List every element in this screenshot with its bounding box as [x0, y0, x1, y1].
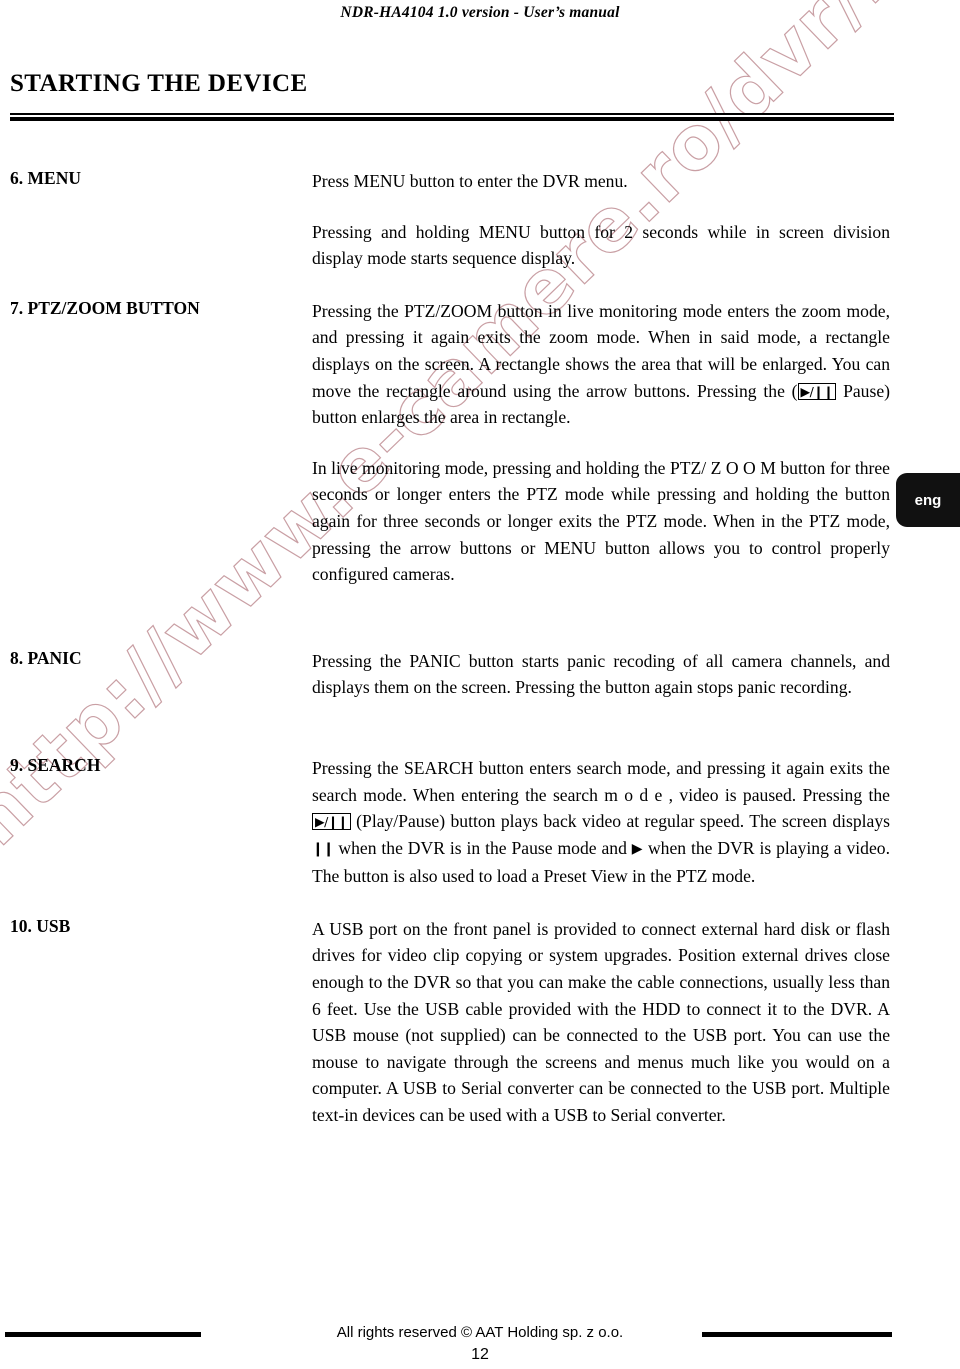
page-running-head: NDR-HA4104 1.0 version - User’s manual	[0, 4, 960, 22]
entry-spacer	[0, 701, 960, 755]
entry-body-panic: Pressing the PANIC button starts panic r…	[312, 648, 890, 701]
entry-body-search: Pressing the SEARCH button enters search…	[312, 755, 890, 890]
entry-label-search: 9. SEARCH	[10, 754, 101, 775]
manual-entry-menu: 6. MENU Press MENU button to enter the D…	[0, 168, 960, 272]
manual-entry-ptz-zoom: 7. PTZ/ZOOM BUTTON Pressing the PTZ/ZOOM…	[0, 298, 960, 588]
entry-spacer	[0, 272, 960, 298]
entry-label-ptz-zoom: 7. PTZ/ZOOM BUTTON	[10, 297, 200, 318]
divider-line-thick	[10, 117, 894, 121]
entry-label-usb: 10. USB	[10, 915, 71, 936]
manual-entry-list: 6. MENU Press MENU button to enter the D…	[0, 168, 960, 1129]
manual-entry-usb: 10. USB A USB port on the front panel is…	[0, 916, 960, 1129]
footer-copyright: All rights reserved © AAT Holding sp. z …	[336, 1324, 624, 1341]
paragraph-text-part: when the DVR is in the Pause mode and	[333, 837, 632, 858]
entry-paragraph: A USB port on the front panel is provide…	[312, 918, 890, 1126]
footer-page-number: 12	[471, 1346, 489, 1363]
paragraph-text-part: Pressing the SEARCH button enters search…	[312, 757, 890, 805]
play-pause-button-icon: ▶/❙❙	[797, 382, 837, 400]
entry-paragraph: Pressing the PANIC button starts panic r…	[312, 650, 890, 698]
pause-icon: ❙❙	[312, 840, 334, 857]
entry-paragraph: Press MENU button to enter the DVR menu.	[312, 171, 628, 191]
running-head-text: NDR-HA4104 1.0 version - User’s manual	[340, 4, 620, 21]
entry-paragraph: Pressing the SEARCH button enters search…	[312, 755, 890, 890]
entry-body-menu: Press MENU button to enter the DVR menu.…	[312, 168, 890, 272]
entry-body-usb: A USB port on the front panel is provide…	[312, 916, 890, 1129]
entry-paragraph: Pressing and holding MENU button for 2 s…	[312, 221, 890, 269]
entry-spacer	[0, 890, 960, 916]
manual-entry-panic: 8. PANIC Pressing the PANIC button start…	[0, 648, 960, 701]
page-footer: All rights reserved © AAT Holding sp. z …	[0, 1320, 960, 1369]
title-divider	[10, 113, 894, 121]
paragraph-text-part: (Play/Pause) button plays back video at …	[350, 811, 890, 832]
entry-paragraph: In live monitoring mode, pressing and ho…	[312, 457, 890, 585]
entry-label-menu: 6. MENU	[10, 168, 81, 188]
manual-entry-search: 9. SEARCH Pressing the SEARCH button ent…	[0, 755, 960, 890]
page-title: STARTING THE DEVICE	[10, 70, 308, 97]
language-tab-eng[interactable]: eng	[896, 473, 960, 527]
entry-spacer	[0, 588, 960, 648]
entry-label-panic: 8. PANIC	[10, 647, 82, 668]
play-icon: ▶	[631, 840, 644, 857]
entry-paragraph: Pressing the PTZ/ZOOM button in live mon…	[312, 298, 890, 431]
play-pause-button-icon: ▶/❙❙	[312, 813, 351, 831]
entry-body-ptz-zoom: Pressing the PTZ/ZOOM button in live mon…	[312, 298, 890, 588]
